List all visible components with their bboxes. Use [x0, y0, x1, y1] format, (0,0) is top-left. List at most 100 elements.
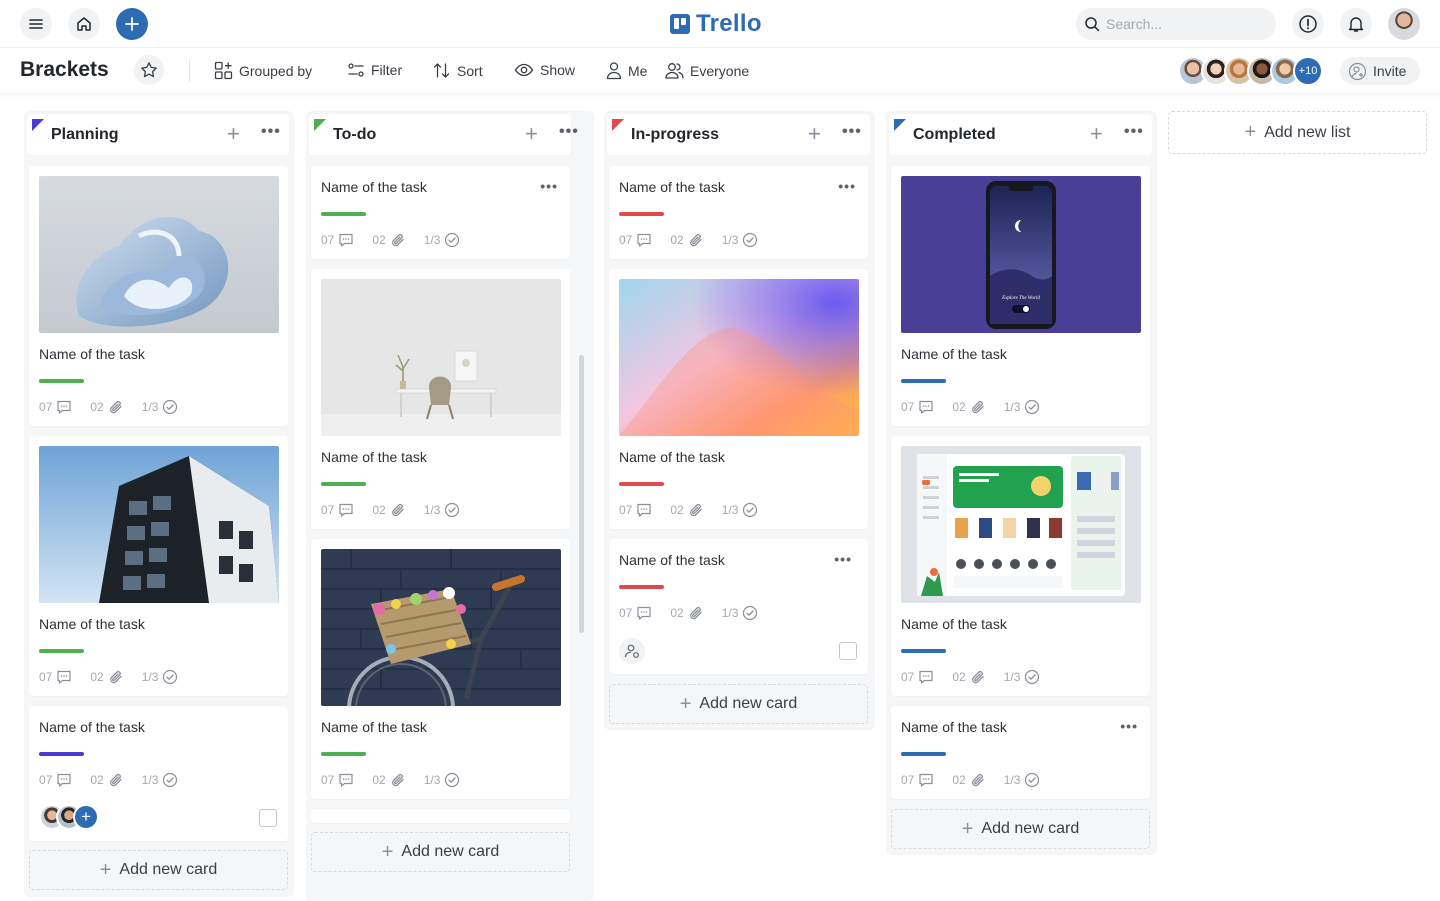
- menu-icon: [29, 19, 43, 29]
- attachments-value: 02: [90, 400, 104, 414]
- list-scrollbar[interactable]: [579, 355, 584, 633]
- add-member-button[interactable]: +: [73, 804, 99, 830]
- attachments-count: 02: [372, 232, 405, 248]
- add-card-button[interactable]: + Add new card: [609, 684, 868, 724]
- card-meta: 07 02 1/3: [901, 772, 1058, 788]
- paperclip-icon: [970, 772, 986, 788]
- me-button[interactable]: Me: [606, 61, 647, 80]
- star-board-button[interactable]: [134, 55, 164, 85]
- add-card-plus-icon[interactable]: +: [525, 123, 538, 145]
- attachments-count: 02: [952, 399, 985, 415]
- check-circle-icon: [742, 502, 758, 518]
- list-title[interactable]: In-progress: [631, 126, 719, 144]
- card-meta: 07 02 1/3: [39, 772, 196, 788]
- list-completed: Completed + ••• Explore The World Name o…: [886, 111, 1157, 855]
- card-title: Name of the task: [901, 719, 1007, 735]
- attachments-value: 02: [372, 773, 386, 787]
- create-button[interactable]: [116, 8, 148, 40]
- comments-value: 07: [901, 773, 915, 787]
- card-label-bar: [619, 585, 664, 589]
- add-list-button[interactable]: + Add new list: [1168, 111, 1427, 154]
- task-card[interactable]: Name of the task ••• 07 02 1/3: [609, 539, 868, 674]
- search-input[interactable]: [1106, 16, 1266, 32]
- add-card-plus-icon[interactable]: +: [808, 123, 821, 145]
- board-members[interactable]: +10: [1178, 56, 1323, 86]
- card-checkbox[interactable]: [839, 642, 857, 660]
- task-card[interactable]: Name of the task 07 02 1/3: [311, 539, 570, 799]
- task-card[interactable]: Name of the task ••• 07 02 1/3: [891, 706, 1150, 799]
- task-card[interactable]: Name of the task ••• 07 02 1/3: [609, 166, 868, 259]
- card-cover-abstract-blue-shape: [39, 176, 279, 333]
- card-checkbox[interactable]: [259, 809, 277, 827]
- add-card-plus-icon[interactable]: +: [1090, 123, 1103, 145]
- task-card[interactable]: Explore The World Name of the task 07 02…: [891, 166, 1150, 426]
- assign-member-button[interactable]: [619, 638, 645, 664]
- list-title[interactable]: To-do: [333, 126, 376, 144]
- sort-button[interactable]: Sort: [432, 61, 483, 80]
- invite-button[interactable]: Invite: [1340, 57, 1420, 85]
- checklist-value: 1/3: [141, 400, 159, 414]
- card-menu-icon[interactable]: •••: [1120, 718, 1138, 734]
- checklist-value: 1/3: [721, 606, 739, 620]
- menu-button[interactable]: [20, 8, 52, 40]
- show-button[interactable]: Show: [514, 61, 575, 79]
- task-card[interactable]: Name of the task 07 02 1/3: [311, 269, 570, 529]
- list-menu-icon[interactable]: •••: [559, 123, 579, 141]
- card-label-bar: [619, 482, 664, 486]
- filter-button[interactable]: Filter: [347, 61, 402, 79]
- user-avatar[interactable]: [1388, 8, 1420, 40]
- comments-value: 07: [901, 670, 915, 684]
- card-menu-icon[interactable]: •••: [540, 178, 558, 194]
- paperclip-icon: [688, 605, 704, 621]
- sort-label: Sort: [457, 62, 483, 79]
- attachments-value: 02: [952, 400, 966, 414]
- comments-count: 07: [321, 502, 354, 518]
- grouped-by-button[interactable]: Grouped by: [214, 61, 312, 80]
- list-title[interactable]: Completed: [913, 126, 996, 144]
- task-card[interactable]: Name of the task 07 02 1/3: [29, 436, 288, 696]
- everyone-button[interactable]: Everyone: [665, 61, 749, 80]
- card-label-bar: [901, 649, 946, 653]
- info-button[interactable]: [1292, 8, 1324, 40]
- filter-icon: [348, 63, 364, 77]
- toolbar-divider: [189, 60, 190, 82]
- search-box[interactable]: [1076, 8, 1276, 40]
- checklist-count: 1/3: [142, 772, 179, 788]
- add-card-label: Add new card: [401, 843, 500, 860]
- card-menu-icon[interactable]: •••: [838, 178, 856, 194]
- task-card[interactable]: Name of the task 07 02 1/3: [891, 436, 1150, 696]
- add-card-button[interactable]: + Add new card: [311, 832, 570, 872]
- comment-icon: [56, 772, 72, 788]
- list-title[interactable]: Planning: [51, 126, 119, 144]
- attachments-value: 02: [372, 233, 386, 247]
- board-toolbar: Brackets Grouped by Filter Sort Show Me …: [0, 48, 1440, 94]
- card-label-bar: [39, 649, 84, 653]
- task-card[interactable]: Name of the task 07 02 1/3: [609, 269, 868, 529]
- list-menu-icon[interactable]: •••: [261, 123, 281, 141]
- card-menu-icon[interactable]: •••: [834, 551, 852, 567]
- add-card-button[interactable]: + Add new card: [29, 850, 288, 890]
- card-label-bar: [39, 379, 84, 383]
- app-logo[interactable]: Trello: [670, 10, 762, 38]
- task-card[interactable]: Name of the task ••• 07 02 1/3: [311, 166, 570, 259]
- comment-icon: [918, 669, 934, 685]
- card-meta: 07 02 1/3: [39, 669, 196, 685]
- list-menu-icon[interactable]: •••: [842, 123, 862, 141]
- home-button[interactable]: [68, 8, 100, 40]
- task-card[interactable]: Name of the task 07 02 1/3: [29, 166, 288, 426]
- more-members-badge[interactable]: +10: [1293, 56, 1323, 86]
- trello-logo-icon: [670, 14, 690, 34]
- list-menu-icon[interactable]: •••: [1124, 123, 1144, 141]
- notifications-button[interactable]: [1340, 8, 1372, 40]
- check-circle-icon: [444, 502, 460, 518]
- comments-count: 07: [619, 502, 652, 518]
- add-card-plus-icon[interactable]: +: [227, 123, 240, 145]
- list-planning: Planning + ••• Name of the task 07 02 1/…: [24, 111, 294, 897]
- board-title: Brackets: [20, 58, 109, 81]
- attachments-count: 02: [372, 502, 405, 518]
- task-card-partial[interactable]: [311, 809, 570, 823]
- task-card[interactable]: Name of the task 07 02 1/3 +: [29, 706, 288, 841]
- card-meta: 07 02 1/3: [619, 232, 776, 248]
- add-card-button[interactable]: + Add new card: [891, 809, 1150, 849]
- add-card-label: Add new card: [119, 861, 218, 878]
